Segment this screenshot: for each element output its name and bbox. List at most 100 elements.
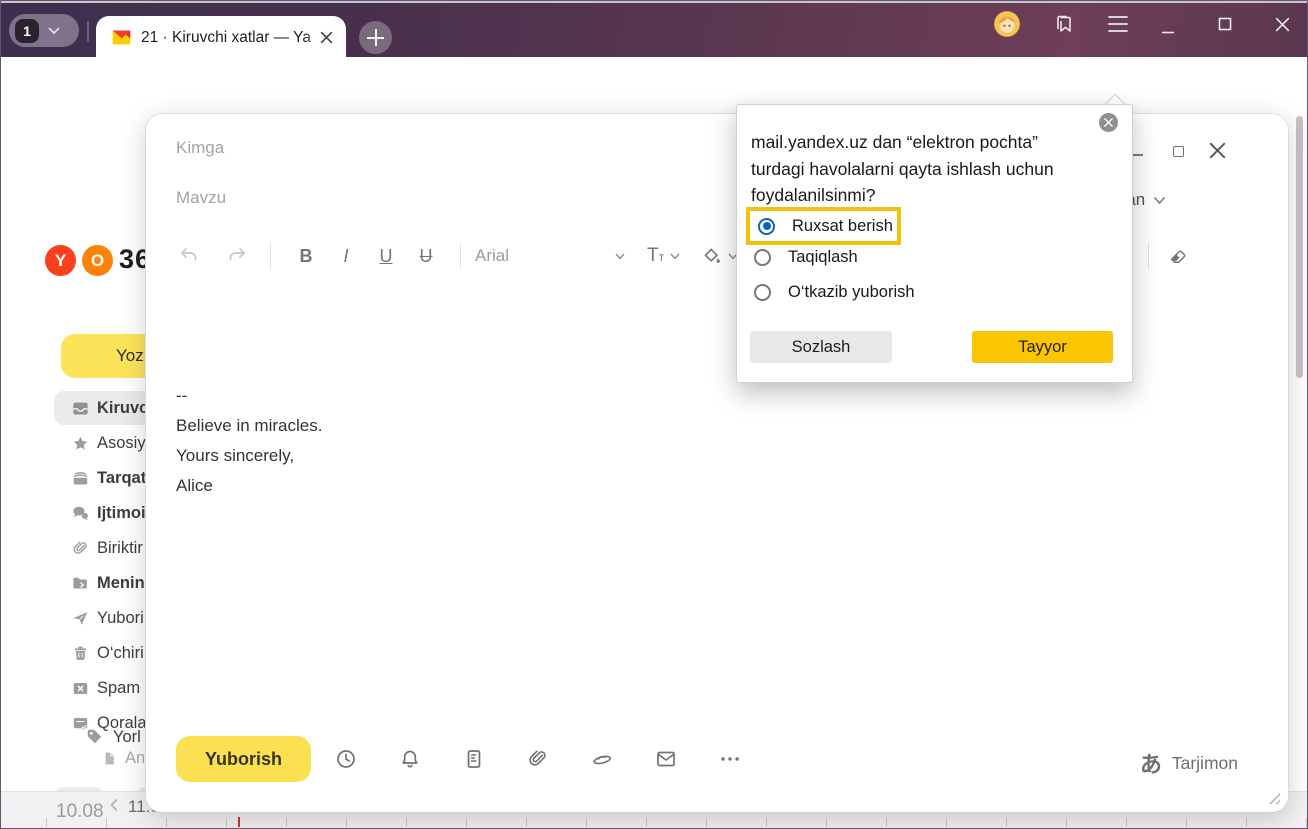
radio-allow-label: Ruxsat berish: [792, 217, 893, 236]
signature-separator: --: [176, 381, 322, 411]
paperclip-icon: [71, 539, 90, 558]
eraser-icon[interactable]: [1168, 245, 1190, 267]
timeline-now-marker: [238, 817, 240, 827]
schedule-send-icon[interactable]: [334, 747, 358, 771]
bookmarks-flag-icon[interactable]: [1052, 12, 1076, 36]
compose-to-field[interactable]: Kimga: [176, 138, 224, 158]
done-button[interactable]: Tayyor: [972, 331, 1113, 363]
redo-icon[interactable]: [224, 244, 248, 268]
italic-button[interactable]: I: [326, 246, 366, 267]
minimize-icon[interactable]: [1161, 21, 1175, 35]
chevron-down-icon: [48, 27, 60, 35]
yandex-disk-icon[interactable]: [590, 747, 614, 771]
radio-block-label: Taqiqlash: [788, 248, 858, 267]
folder-label: Asosiy: [97, 434, 146, 453]
toolbar-divider: [460, 243, 461, 269]
body-line: Alice: [176, 471, 322, 501]
settings-button-label: Sozlash: [792, 338, 851, 357]
dialog-message-line: mail.yandex.uz dan “elektron pochta”: [751, 129, 1054, 156]
avatar[interactable]: [993, 10, 1021, 38]
folder-label: Tarqat: [97, 469, 146, 488]
chevron-down-icon: [615, 253, 625, 260]
folder-arrow-icon: [71, 574, 90, 593]
radio-allow[interactable]: [758, 218, 775, 235]
chat-bubbles-icon: [71, 504, 90, 523]
topbar-divider: [87, 21, 89, 42]
done-button-label: Tayyor: [1018, 338, 1067, 357]
resize-handle-icon[interactable]: [1266, 790, 1280, 804]
folder-label: Menin: [97, 574, 145, 593]
toolbar-divider: [270, 243, 271, 269]
compose-bottom-toolbar: [334, 747, 742, 771]
labels-label: Yorl: [113, 728, 141, 747]
yandex-mail-favicon: [111, 27, 132, 48]
dialog-close-icon[interactable]: [1099, 113, 1118, 132]
chevron-left-icon[interactable]: [109, 798, 119, 812]
browser-topbar: 1 21 · Kiruvchi xatlar — Ya: [1, 1, 1307, 57]
maximize-icon[interactable]: [1218, 17, 1232, 31]
toolbar-divider: [1148, 242, 1149, 270]
permission-dialog: mail.yandex.uz dan “elektron pochta” tur…: [736, 104, 1133, 383]
paint-bucket-icon: [702, 246, 722, 266]
dialog-message: mail.yandex.uz dan “elektron pochta” tur…: [751, 129, 1054, 209]
font-size-select[interactable]: T т: [647, 245, 680, 267]
fill-color-button[interactable]: [702, 246, 738, 266]
dialog-message-line: foydalanilsinmi?: [751, 182, 1054, 209]
tab-group-count: 1: [23, 23, 31, 39]
tab-group-count-badge: 1: [15, 19, 39, 43]
close-icon[interactable]: [1275, 17, 1290, 32]
tag-icon: [85, 727, 104, 746]
tab-group-button[interactable]: 1: [9, 14, 79, 47]
strikethrough-button[interactable]: U: [406, 246, 446, 267]
compose-button-label: Yoz: [116, 346, 144, 366]
compose-expand-icon[interactable]: [1173, 146, 1184, 157]
dialog-message-line: turdagi havolalarni qayta ishlash uchun: [751, 156, 1054, 183]
compose-close-icon[interactable]: [1209, 142, 1226, 159]
page-scrollbar[interactable]: [1296, 116, 1303, 378]
folder-label: Ijtimoi: [97, 504, 146, 523]
font-size-label-small: т: [659, 250, 665, 264]
spam-icon: [71, 679, 90, 698]
folder-label: Kiruvc: [97, 399, 148, 418]
attach-file-icon[interactable]: [526, 747, 550, 771]
more-options-icon[interactable]: [718, 747, 742, 771]
yandex360-logo-y: Y: [45, 245, 76, 276]
inbox-icon: [71, 399, 90, 418]
send-button-label: Yuborish: [205, 749, 282, 770]
trash-icon: [71, 644, 90, 663]
undo-icon[interactable]: [178, 244, 202, 268]
compose-subject-field[interactable]: Mavzu: [176, 188, 226, 208]
translator-label: Tarjimon: [1172, 753, 1238, 774]
folder-label: O‘chiri: [97, 644, 144, 663]
translator-button[interactable]: あ Tarjimon: [1140, 747, 1238, 779]
message-body[interactable]: -- Believe in miracles. Yours sincerely,…: [176, 381, 322, 501]
radio-block[interactable]: [754, 249, 771, 266]
menu-icon[interactable]: [1107, 15, 1129, 33]
notify-icon[interactable]: [398, 747, 422, 771]
font-family-select[interactable]: Arial: [475, 246, 625, 266]
body-line: Believe in miracles.: [176, 411, 322, 441]
option-block[interactable]: Taqiqlash: [754, 248, 858, 267]
translator-glyph-icon: あ: [1140, 747, 1162, 779]
browser-window: 1 21 · Kiruvchi xatlar — Ya: [0, 0, 1308, 829]
chevron-down-icon: [670, 253, 680, 260]
underline-button[interactable]: U: [366, 246, 406, 267]
mail-stack-icon: [71, 469, 90, 488]
chevron-down-icon: [1153, 196, 1166, 205]
formatting-toolbar: B I U U Arial T т: [178, 240, 763, 272]
attach-from-mail-icon[interactable]: [654, 747, 678, 771]
new-tab-button[interactable]: [359, 21, 392, 54]
send-button[interactable]: Yuborish: [176, 736, 311, 782]
timeline-ticks: [46, 818, 1307, 827]
tab-close-icon[interactable]: [320, 31, 333, 44]
yandex360-logo-o: O: [82, 245, 113, 276]
font-family-value: Arial: [475, 246, 509, 266]
bold-button[interactable]: B: [286, 246, 326, 267]
settings-button[interactable]: Sozlash: [750, 331, 892, 363]
folder-label: Yubori: [97, 609, 144, 628]
template-icon[interactable]: [462, 747, 486, 771]
browser-tab[interactable]: 21 · Kiruvchi xatlar — Ya: [96, 16, 346, 59]
option-skip[interactable]: O‘tkazib yuborish: [754, 283, 915, 302]
highlight-box: Ruxsat berish: [746, 207, 901, 245]
radio-skip[interactable]: [754, 284, 771, 301]
